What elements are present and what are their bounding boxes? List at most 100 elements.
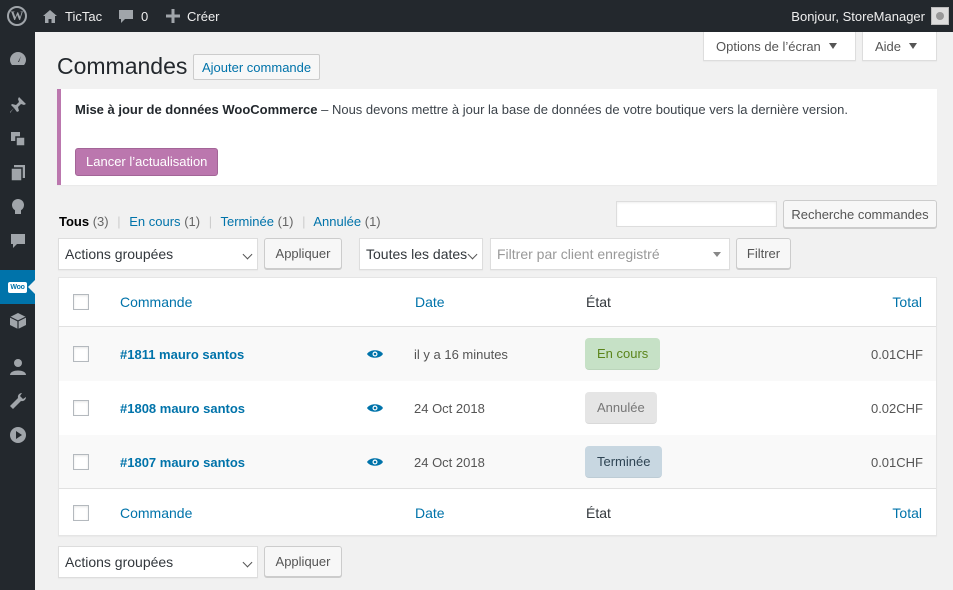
order-search-input[interactable] <box>616 201 777 227</box>
new-content-menu[interactable]: Créer <box>166 0 220 32</box>
row-checkbox[interactable] <box>73 346 89 362</box>
search-orders-button[interactable]: Recherche commandes <box>783 200 937 228</box>
chevron-down-icon <box>467 249 478 260</box>
view-all-link[interactable]: Tous <box>59 214 89 229</box>
run-update-button[interactable]: Lancer l’actualisation <box>75 148 219 176</box>
dates-select[interactable]: Toutes les dates <box>359 238 483 270</box>
column-status-header: État <box>586 294 611 310</box>
help-button[interactable]: Aide <box>862 32 937 61</box>
column-status-footer: État <box>586 504 611 521</box>
order-total: 0.02CHF <box>870 400 923 416</box>
screen-options-button[interactable]: Options de l’écran <box>703 32 856 61</box>
order-status-filters: Tous (3) | En cours (1) | Terminée (1) |… <box>59 214 381 229</box>
view-processing-count: (1) <box>184 214 201 229</box>
column-date-header[interactable]: Date <box>415 278 445 326</box>
column-order-footer[interactable]: Commande <box>120 489 192 536</box>
new-content-label: Créer <box>187 8 220 24</box>
status-badge: En cours <box>585 338 661 370</box>
order-link[interactable]: #1807 mauro santos <box>120 435 245 489</box>
plus-icon <box>166 9 180 23</box>
column-date-footer[interactable]: Date <box>415 489 445 536</box>
notice-title: Mise à jour de données WooCommerce <box>75 102 318 117</box>
status-cell: Annulée <box>585 381 657 435</box>
order-link[interactable]: #1808 mauro santos <box>120 381 245 435</box>
notice-text: Mise à jour de données WooCommerce – Nou… <box>75 100 923 120</box>
notice-message: Nous devons mettre à jour la base de don… <box>331 102 848 117</box>
screen-options-label: Options de l’écran <box>716 38 821 54</box>
separator: | <box>302 214 306 229</box>
caret-down-icon <box>909 43 918 49</box>
row-select-cell <box>73 435 89 489</box>
row-checkbox[interactable] <box>73 454 89 470</box>
order-total: 0.01CHF <box>870 346 923 362</box>
column-total-header[interactable]: Total <box>892 278 922 326</box>
table-footer: Commande Date État Total <box>59 488 936 536</box>
greeting-label: Bonjour, StoreManager <box>791 8 925 24</box>
eye-icon[interactable] <box>367 381 383 435</box>
table-row[interactable]: #1811 mauro santos il y a 16 minutes En … <box>59 327 936 381</box>
view-processing-link[interactable]: En cours <box>129 214 180 229</box>
add-order-button[interactable]: Ajouter commande <box>193 54 321 80</box>
column-total-footer[interactable]: Total <box>892 489 922 536</box>
pages-icon[interactable] <box>0 156 35 190</box>
eye-icon[interactable] <box>367 327 383 381</box>
tools-icon[interactable] <box>0 384 35 418</box>
bulk-actions-select-bottom[interactable]: Actions groupées <box>58 546 258 578</box>
apply-bulk-button[interactable]: Appliquer <box>264 238 342 269</box>
lightbulb-icon[interactable] <box>0 190 35 224</box>
chevron-down-icon <box>242 557 253 568</box>
filter-button[interactable]: Filtrer <box>736 238 791 269</box>
table-row[interactable]: #1808 mauro santos 24 Oct 2018 Annulée 0… <box>59 381 936 435</box>
customer-filter-placeholder: Filtrer par client enregistré <box>497 246 660 262</box>
comments-icon[interactable] <box>0 224 35 258</box>
site-name-menu[interactable]: TicTac <box>42 0 102 32</box>
bulk-actions-select[interactable]: Actions groupées <box>58 238 258 270</box>
caret-down-icon <box>713 252 721 257</box>
table-row[interactable]: #1807 mauro santos 24 Oct 2018 Terminée … <box>59 435 936 489</box>
dates-value: Toutes les dates <box>366 246 468 262</box>
media-icon[interactable] <box>0 122 35 156</box>
select-all-cell <box>73 278 89 326</box>
play-icon[interactable] <box>0 418 35 452</box>
status-badge: Terminée <box>585 446 663 478</box>
column-order-header[interactable]: Commande <box>120 278 192 326</box>
view-completed-link[interactable]: Terminée <box>220 214 273 229</box>
users-icon[interactable] <box>0 350 35 384</box>
woocommerce-icon[interactable]: Woo <box>0 270 35 304</box>
order-date: il y a 16 minutes <box>414 346 508 362</box>
customer-filter-select[interactable]: Filtrer par client enregistré <box>490 238 730 270</box>
view-all-count: (3) <box>92 214 109 229</box>
help-label: Aide <box>875 38 902 54</box>
select-all-checkbox[interactable] <box>73 504 89 521</box>
admin-bar: W TicTac 0 Créer Bonjour, StoreManager <box>0 0 953 32</box>
chevron-down-icon <box>242 249 253 260</box>
pin-icon[interactable] <box>0 88 35 122</box>
view-cancelled-link[interactable]: Annulée <box>313 214 361 229</box>
apply-bulk-button-bottom[interactable]: Appliquer <box>264 546 342 577</box>
wordpress-icon: W <box>7 6 27 26</box>
eye-icon[interactable] <box>367 435 383 489</box>
caret-down-icon <box>828 43 837 49</box>
update-notice: Mise à jour de données WooCommerce – Nou… <box>57 89 937 185</box>
table-header: Commande Date État Total <box>59 278 936 327</box>
view-completed-count: (1) <box>277 214 294 229</box>
wordpress-logo-menu[interactable]: W <box>0 0 34 32</box>
my-account-menu[interactable]: Bonjour, StoreManager <box>791 0 953 32</box>
order-link[interactable]: #1811 mauro santos <box>120 327 244 381</box>
products-icon[interactable] <box>0 304 35 338</box>
separator: | <box>117 214 121 229</box>
page-title: Commandes <box>57 53 188 79</box>
bulk-actions-value: Actions groupées <box>65 246 174 262</box>
woo-badge: Woo <box>8 281 27 293</box>
status-cell: Terminée <box>585 435 663 489</box>
select-all-cell <box>73 489 89 536</box>
row-select-cell <box>73 381 89 435</box>
dashboard-icon[interactable] <box>0 42 35 76</box>
comments-count: 0 <box>141 8 149 24</box>
order-date: 24 Oct 2018 <box>414 454 485 470</box>
comments-menu[interactable]: 0 <box>118 0 148 32</box>
row-select-cell <box>73 327 89 381</box>
order-date: 24 Oct 2018 <box>414 400 485 416</box>
select-all-checkbox[interactable] <box>73 294 89 310</box>
row-checkbox[interactable] <box>73 400 89 416</box>
